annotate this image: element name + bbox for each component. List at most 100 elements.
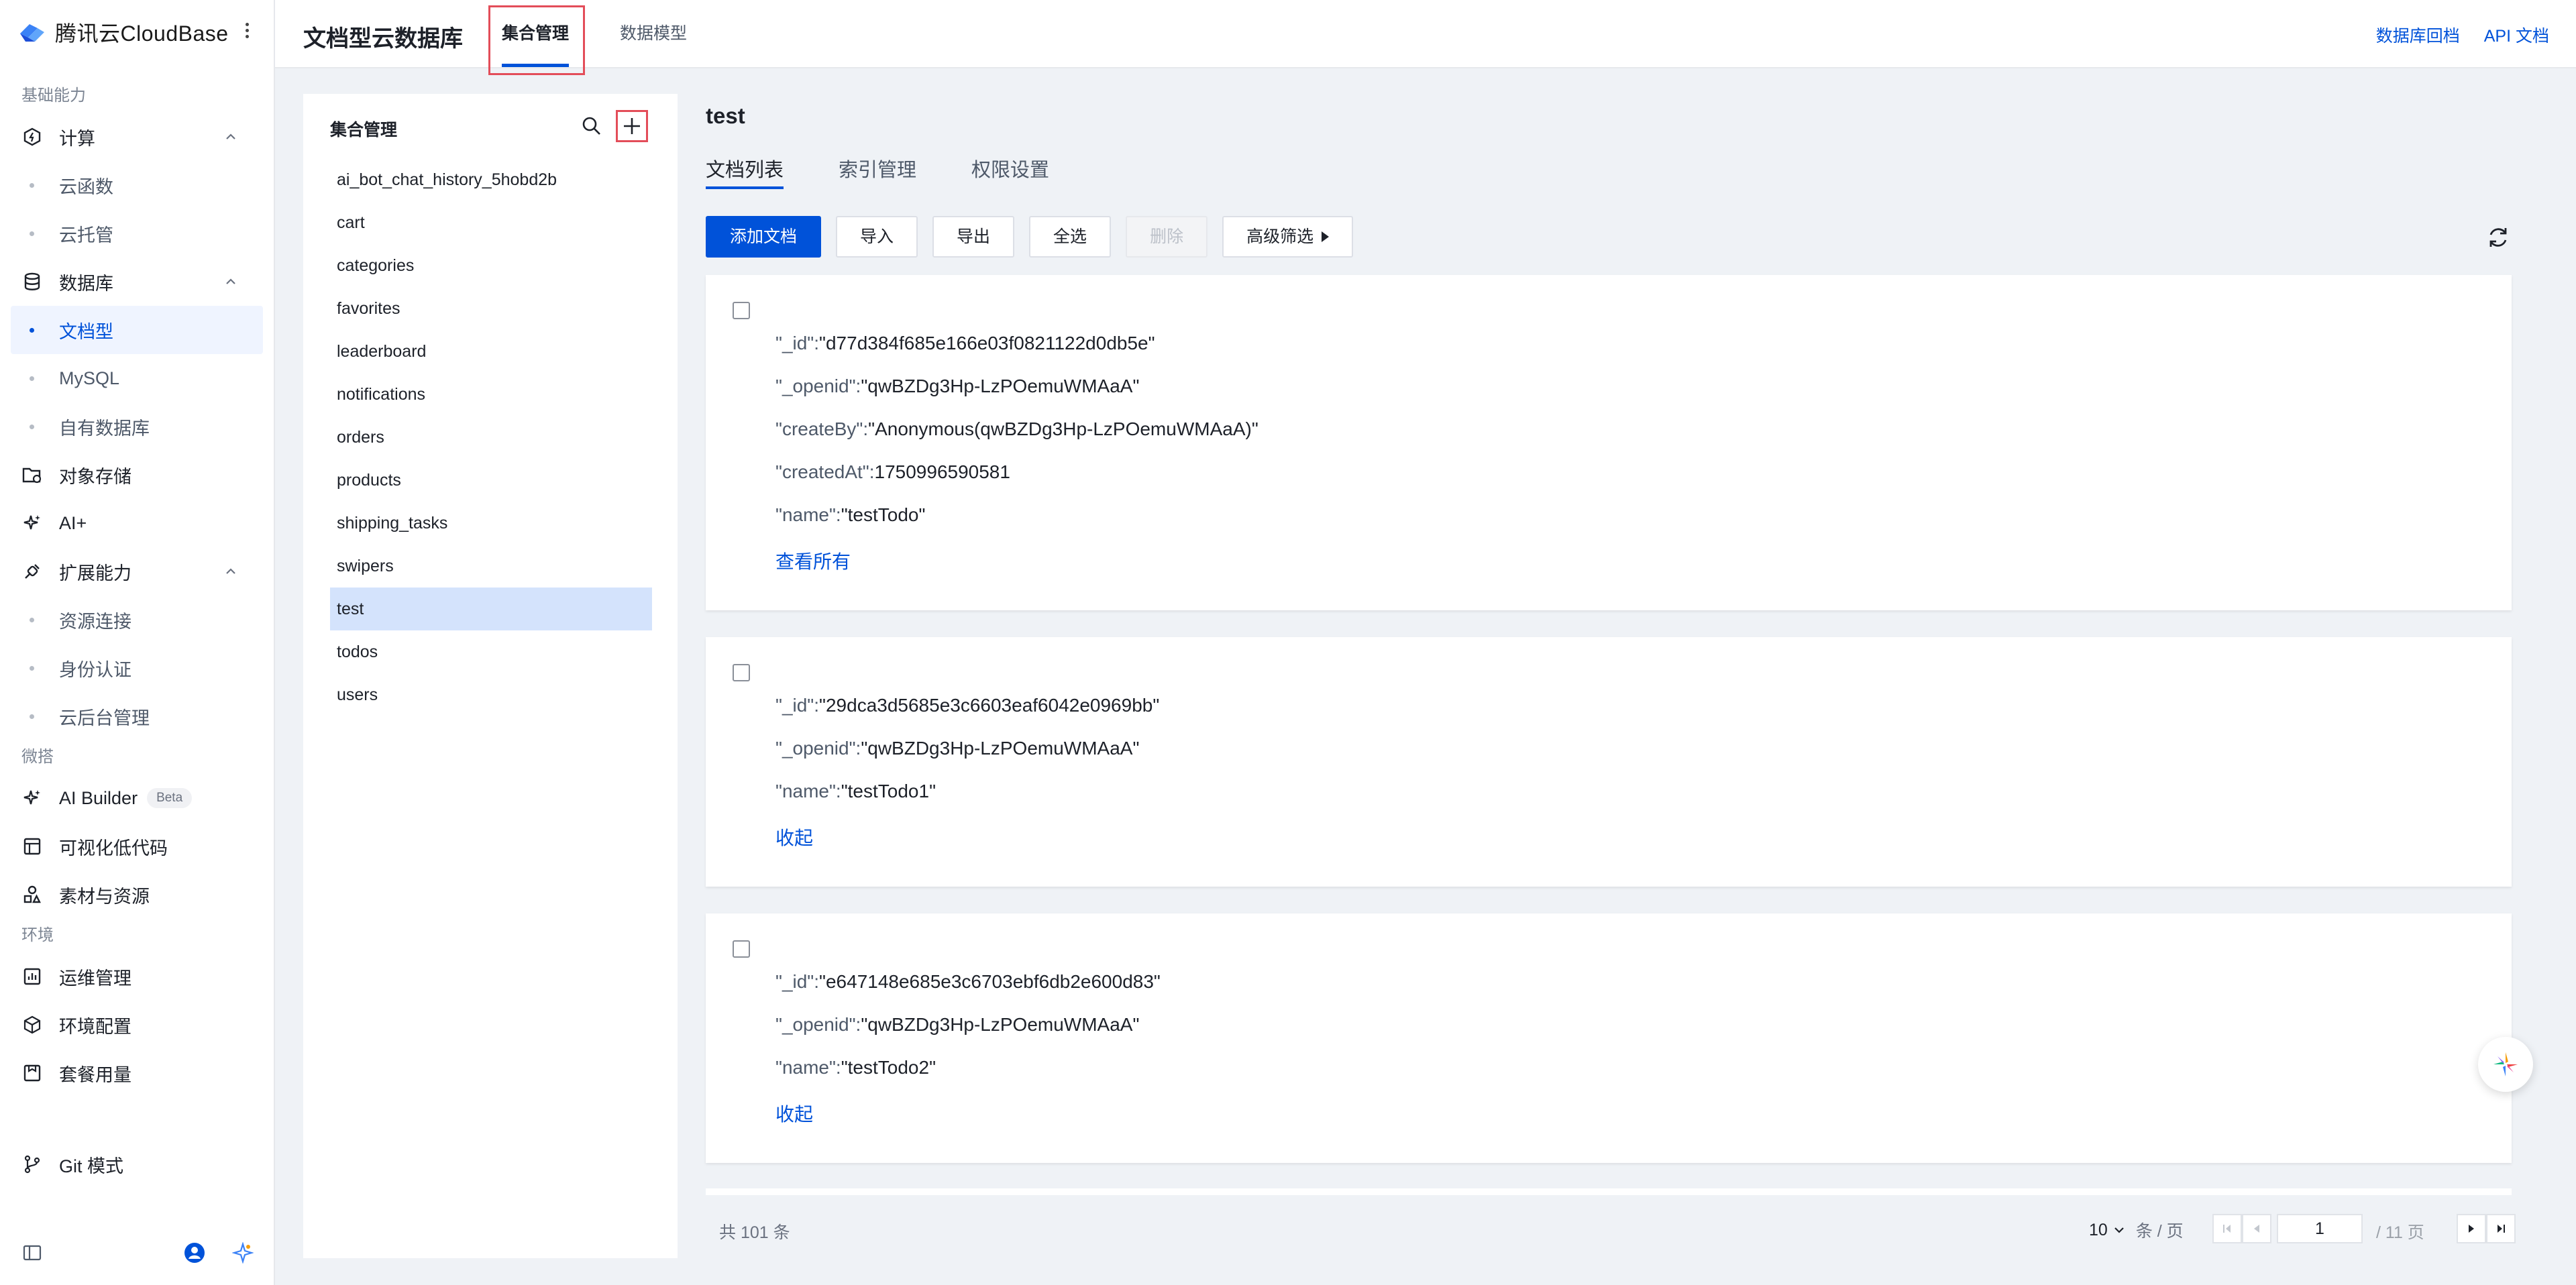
advanced-filter-label: 高级筛选 bbox=[1246, 227, 1314, 246]
sidebar-item-auth[interactable]: 身份认证 bbox=[0, 644, 274, 692]
collection-item[interactable]: swipers bbox=[330, 545, 652, 588]
ai-assistant-icon[interactable] bbox=[232, 1242, 254, 1264]
collapse-sidebar-icon[interactable] bbox=[23, 1243, 42, 1262]
user-avatar-icon[interactable] bbox=[184, 1242, 205, 1264]
page-number-input[interactable]: 1 bbox=[2277, 1214, 2363, 1243]
next-page-button[interactable] bbox=[2457, 1214, 2486, 1243]
caret-right-icon bbox=[1322, 231, 1330, 242]
chevron-up-icon bbox=[226, 133, 235, 139]
next-page-icon bbox=[2469, 1225, 2474, 1233]
first-page-icon bbox=[2223, 1225, 2231, 1233]
beta-badge: Beta bbox=[147, 788, 193, 808]
assistant-logo-icon bbox=[2493, 1052, 2518, 1076]
sidebar-item-ai[interactable]: AI+ bbox=[0, 499, 274, 547]
document-card: "_id":"29dca3d5685e3c6603eaf6042e0969bb"… bbox=[706, 637, 2512, 887]
sidebar-item-mysql[interactable]: MySQL bbox=[0, 354, 274, 402]
section-weida: 微搭 bbox=[21, 748, 54, 766]
collection-item[interactable]: orders bbox=[330, 416, 652, 459]
collection-item[interactable]: shipping_tasks bbox=[330, 502, 652, 545]
shapes-icon bbox=[21, 884, 43, 905]
compute-icon bbox=[21, 126, 43, 148]
collection-item[interactable]: leaderboard bbox=[330, 330, 652, 373]
document-card: "_id":"d77d384f685e166e03f0821122d0db5e"… bbox=[706, 275, 2512, 610]
sidebar-item-document-db[interactable]: 文档型 bbox=[11, 306, 263, 354]
collection-item-selected[interactable]: test bbox=[330, 588, 652, 630]
database-icon bbox=[21, 271, 43, 292]
sidebar-item-label: 套餐用量 bbox=[59, 1064, 131, 1085]
export-button[interactable]: 导出 bbox=[932, 216, 1015, 258]
sidebar-item-git[interactable]: Git 模式 bbox=[0, 1140, 274, 1188]
page-size-unit: 条 / 页 bbox=[2135, 1222, 2184, 1241]
tab-document-list[interactable]: 文档列表 bbox=[706, 154, 784, 189]
sidebar-item-ops[interactable]: 运维管理 bbox=[0, 952, 274, 1001]
document-checkbox[interactable] bbox=[733, 664, 750, 681]
document-checkbox[interactable] bbox=[733, 302, 750, 319]
brand-name: 腾讯云CloudBase bbox=[55, 21, 229, 46]
sidebar-item-ai-builder[interactable]: AI Builder Beta bbox=[0, 774, 274, 822]
add-document-button[interactable]: 添加文档 bbox=[706, 216, 822, 258]
tab-permissions[interactable]: 权限设置 bbox=[971, 154, 1049, 189]
collections-panel: 集合管理 ai_bot_chat_history_5hobd2b cart ca… bbox=[303, 94, 678, 1258]
document-field: "_openid":"qwBZDg3Hp-LzPOemuWMAaA" bbox=[775, 738, 1140, 759]
ai-assistant-fab[interactable] bbox=[2478, 1037, 2533, 1092]
chart-icon bbox=[21, 966, 43, 987]
sidebar-item-extensions[interactable]: 扩展能力 bbox=[0, 547, 274, 596]
sidebar-item-label: 可视化低代码 bbox=[59, 838, 168, 858]
document-card: "_id":"e647148e685e3c6703ebf6db2e600d83"… bbox=[706, 913, 2512, 1163]
add-collection-button[interactable] bbox=[616, 110, 648, 142]
db-rollback-link[interactable]: 数据库回档 bbox=[2376, 23, 2460, 47]
sidebar-item-resource-connect[interactable]: 资源连接 bbox=[0, 596, 274, 644]
sidebar-item-lowcode[interactable]: 可视化低代码 bbox=[0, 822, 274, 871]
chevron-down-icon bbox=[2114, 1227, 2124, 1233]
highlight-box bbox=[488, 5, 585, 75]
page-size-select[interactable]: 10 条 / 页 bbox=[2089, 1218, 2184, 1242]
sidebar-item-own-db[interactable]: 自有数据库 bbox=[0, 402, 274, 451]
document-field: "createdAt":1750996590581 bbox=[775, 461, 1010, 482]
sidebar-item-usage[interactable]: 套餐用量 bbox=[0, 1049, 274, 1097]
collection-item[interactable]: categories bbox=[330, 244, 652, 287]
page-size-value: 10 bbox=[2089, 1220, 2108, 1239]
package-icon bbox=[21, 1062, 43, 1084]
sidebar: 腾讯云CloudBase 基础能力 计算 云函数 云托管 数据库 文档型 MyS… bbox=[0, 0, 275, 1285]
document-card-partial bbox=[706, 1188, 2512, 1195]
collection-item[interactable]: users bbox=[330, 673, 652, 716]
view-all-link[interactable]: 查看所有 bbox=[775, 547, 851, 574]
sidebar-item-cloudrun[interactable]: 云托管 bbox=[0, 209, 274, 258]
folder-icon bbox=[21, 464, 43, 486]
document-field: "_id":"e647148e685e3c6703ebf6db2e600d83" bbox=[775, 971, 1161, 992]
highlight-box bbox=[616, 110, 648, 142]
chevron-up-icon bbox=[226, 278, 235, 284]
search-icon[interactable] bbox=[580, 114, 604, 138]
tab-index-management[interactable]: 索引管理 bbox=[839, 154, 916, 189]
tab-data-model[interactable]: 数据模型 bbox=[620, 0, 687, 68]
collection-item[interactable]: todos bbox=[330, 630, 652, 673]
sidebar-item-database[interactable]: 数据库 bbox=[0, 258, 274, 306]
collapse-link[interactable]: 收起 bbox=[775, 824, 813, 850]
collection-item[interactable]: ai_bot_chat_history_5hobd2b bbox=[330, 158, 652, 201]
sidebar-item-storage[interactable]: 对象存储 bbox=[0, 451, 274, 499]
collection-item[interactable]: products bbox=[330, 459, 652, 502]
api-docs-link[interactable]: API 文档 bbox=[2484, 23, 2549, 47]
document-checkbox[interactable] bbox=[733, 940, 750, 958]
sidebar-item-env-config[interactable]: 环境配置 bbox=[0, 1001, 274, 1049]
collection-item[interactable]: notifications bbox=[330, 373, 652, 416]
brand[interactable]: 腾讯云CloudBase bbox=[17, 16, 229, 48]
advanced-filter-button[interactable]: 高级筛选 bbox=[1222, 216, 1354, 258]
collapse-link[interactable]: 收起 bbox=[775, 1100, 813, 1127]
import-button[interactable]: 导入 bbox=[836, 216, 918, 258]
last-page-button[interactable] bbox=[2486, 1214, 2516, 1243]
sidebar-item-label: 扩展能力 bbox=[59, 563, 131, 583]
more-icon[interactable] bbox=[243, 20, 251, 44]
collection-item[interactable]: cart bbox=[330, 201, 652, 244]
lowcode-icon bbox=[21, 836, 43, 857]
sidebar-item-functions[interactable]: 云函数 bbox=[0, 161, 274, 209]
sidebar-item-admin[interactable]: 云后台管理 bbox=[0, 692, 274, 740]
refresh-icon[interactable] bbox=[2485, 224, 2512, 251]
collection-item[interactable]: favorites bbox=[330, 287, 652, 330]
prev-page-button bbox=[2242, 1214, 2271, 1243]
select-all-button[interactable]: 全选 bbox=[1029, 216, 1112, 258]
sidebar-item-compute[interactable]: 计算 bbox=[0, 113, 274, 161]
sidebar-nav: 基础能力 计算 云函数 云托管 数据库 文档型 MySQL 自有数据库 对象存储 bbox=[0, 79, 274, 1188]
section-env: 环境 bbox=[21, 926, 54, 944]
sidebar-item-materials[interactable]: 素材与资源 bbox=[0, 871, 274, 919]
